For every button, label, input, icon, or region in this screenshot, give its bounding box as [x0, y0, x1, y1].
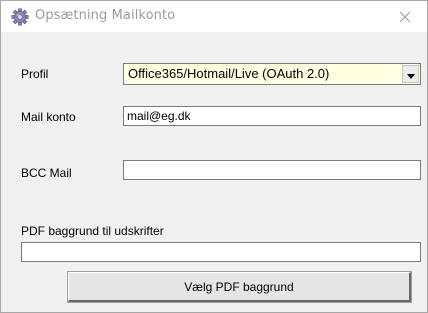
select-pdf-background-label: Vælg PDF baggrund: [184, 279, 294, 294]
pdf-background-label: PDF baggrund til udskrifter: [21, 224, 164, 238]
title-bar: Opsætning Mailkonto: [1, 1, 427, 32]
pdf-background-field[interactable]: [21, 242, 421, 262]
bcc-mail-label: BCC Mail: [21, 166, 72, 180]
profile-label: Profil: [21, 67, 49, 81]
chevron-down-icon: [406, 67, 415, 82]
dropdown-button[interactable]: [402, 65, 419, 83]
close-icon: [399, 11, 411, 23]
close-button[interactable]: [383, 1, 427, 32]
mail-account-label: Mail konto: [21, 110, 76, 124]
bcc-mail-field[interactable]: [123, 160, 421, 180]
mail-account-setup-window: Opsætning Mailkonto Profil Office365/Hot…: [0, 0, 428, 313]
gear-settings-icon: [11, 8, 29, 26]
profile-select[interactable]: Office365/Hotmail/Live (OAuth 2.0): [123, 63, 421, 85]
profile-selected-value: Office365/Hotmail/Live (OAuth 2.0): [128, 66, 330, 81]
mail-account-field[interactable]: mail@eg.dk: [123, 106, 421, 126]
form-area: Profil Office365/Hotmail/Live (OAuth 2.0…: [1, 32, 427, 312]
window-title: Opsætning Mailkonto: [35, 8, 176, 23]
select-pdf-background-button[interactable]: Vælg PDF baggrund: [67, 271, 412, 303]
